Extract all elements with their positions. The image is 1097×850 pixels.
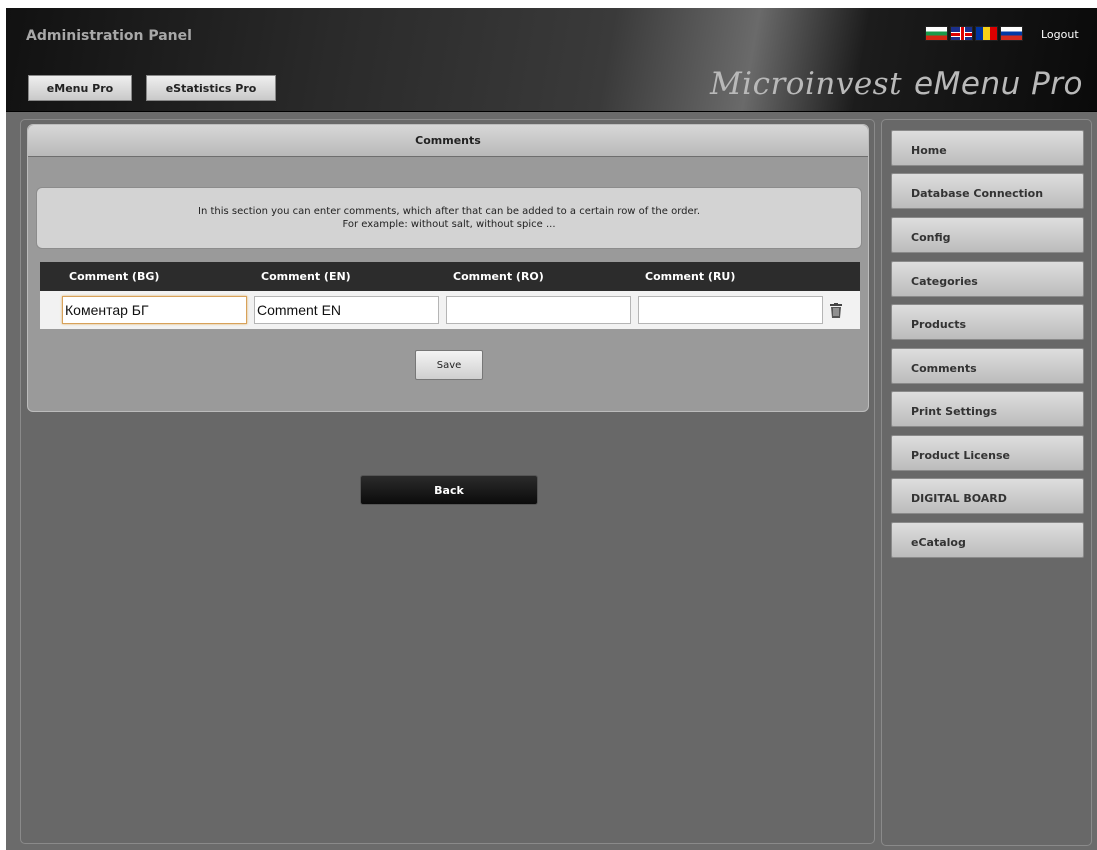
comment-ru-input[interactable] [638,296,823,324]
info-text-line1: In this section you can enter comments, … [198,206,700,217]
sidebar-item-ecatalog[interactable]: eCatalog [891,522,1084,558]
comment-en-input[interactable] [254,296,439,324]
language-flags [925,26,1023,41]
table-header: Comment (BG) Comment (EN) Comment (RO) C… [40,262,860,291]
sidebar-item-categories[interactable]: Categories [891,261,1084,297]
info-box: In this section you can enter comments, … [36,187,862,249]
back-button[interactable]: Back [360,475,538,505]
brand-part1: Microinvest [709,66,903,102]
comment-ro-input[interactable] [446,296,631,324]
trash-icon[interactable] [830,302,842,318]
sidebar-item-digital-board[interactable]: DIGITAL BOARD [891,478,1084,514]
app-frame: Administration Panel eMenu Pro eStatisti… [6,8,1097,850]
info-text-line2: For example: without salt, without spice… [342,219,556,230]
sidebar-item-print-settings[interactable]: Print Settings [891,391,1084,427]
sidebar-item-home[interactable]: Home [891,130,1084,166]
flag-bulgaria-icon[interactable] [925,26,948,41]
flag-russia-icon[interactable] [1000,26,1023,41]
sidebar-item-product-license[interactable]: Product License [891,435,1084,471]
brand-logo: Microinvest eMenu Pro [710,66,1083,102]
main-content: Comments In this section you can enter c… [20,119,875,844]
sidebar-item-config[interactable]: Config [891,217,1084,253]
panel-title: Comments [28,125,868,157]
comment-bg-input[interactable] [62,296,247,324]
header-bar: Administration Panel eMenu Pro eStatisti… [6,8,1097,112]
flag-romania-icon[interactable] [975,26,998,41]
sidebar: Home Database Connection Config Categori… [881,119,1092,846]
sidebar-item-comments[interactable]: Comments [891,348,1084,384]
column-header-en: Comment (EN) [261,270,351,283]
brand-part2: eMenu Pro [914,66,1083,102]
tab-estatistics-pro[interactable]: eStatistics Pro [146,75,276,101]
comments-table: Comment (BG) Comment (EN) Comment (RO) C… [40,262,860,329]
tab-emenu-pro[interactable]: eMenu Pro [28,75,132,101]
column-header-ru: Comment (RU) [645,270,736,283]
column-header-bg: Comment (BG) [69,270,160,283]
sidebar-item-products[interactable]: Products [891,304,1084,340]
flag-uk-icon[interactable] [950,26,973,41]
column-header-ro: Comment (RO) [453,270,544,283]
logout-link[interactable]: Logout [1041,28,1079,41]
sidebar-item-database-connection[interactable]: Database Connection [891,173,1084,209]
admin-panel-title: Administration Panel [26,28,192,44]
table-row [40,291,860,329]
comments-panel: Comments In this section you can enter c… [27,124,869,412]
save-button[interactable]: Save [415,350,483,380]
